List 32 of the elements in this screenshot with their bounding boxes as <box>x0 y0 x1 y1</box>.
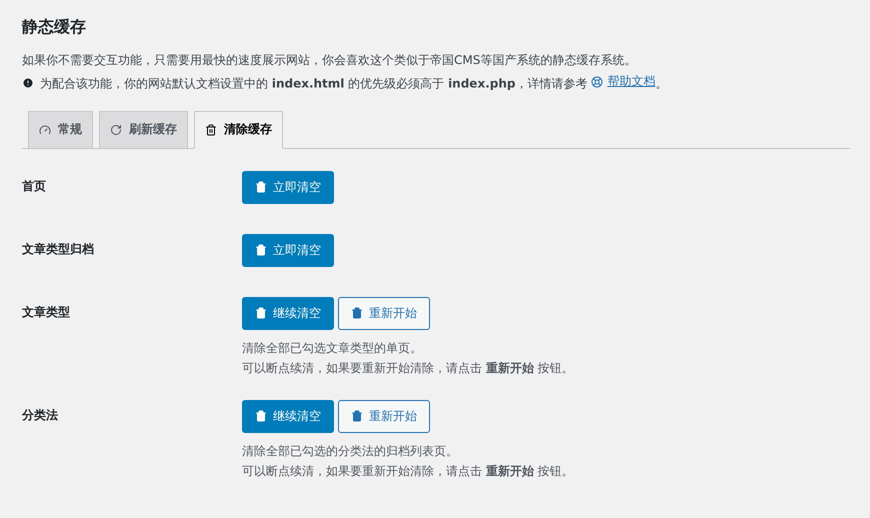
page-title: 静态缓存 <box>22 17 87 38</box>
trash-icon <box>205 124 217 136</box>
intro-text: 如果你不需要交互功能，只需要用最快的速度展示网站，你会喜欢这个类似于帝国CMS等国产系统的静态缓存系统。 <box>22 52 638 69</box>
trash-icon <box>255 410 267 422</box>
tab[interactable]: 常规 <box>28 110 93 148</box>
restart-button[interactable]: 重新开始 <box>338 400 430 432</box>
clear-button[interactable]: 继续清空 <box>242 400 334 432</box>
help-text: 可以断点续清，如果要重新开始清除，请点击 重新开始 按钮。 <box>242 360 574 376</box>
help-text: 可以断点续清，如果要重新开始清除，请点击 重新开始 按钮。 <box>242 462 574 480</box>
help-link[interactable]: 帮助文档 <box>591 71 656 92</box>
tab[interactable]: 清除缓存 <box>194 110 283 148</box>
trash-icon <box>255 181 267 193</box>
trash-icon <box>255 244 267 256</box>
lifebuoy-icon <box>591 76 604 88</box>
clear-button[interactable]: 立即清空 <box>242 170 334 204</box>
clear-button[interactable]: 继续清空 <box>242 296 334 330</box>
note-text: 为配合该功能，你的网站默认文档设置中的 index.html 的优先级必须高于 index.php，详情请参考 帮助文档。 <box>40 71 668 94</box>
gauge-icon <box>39 124 51 136</box>
trash-icon <box>351 410 363 422</box>
help-text: 清除全部已勾选文章类型的单页。 <box>242 340 423 356</box>
row-label: 文章类型归档 <box>22 240 95 258</box>
clear-button[interactable]: 立即清空 <box>242 234 334 266</box>
info-icon <box>22 76 34 89</box>
trash-icon <box>255 307 267 319</box>
restart-button[interactable]: 重新开始 <box>338 296 430 330</box>
row-label: 分类法 <box>22 406 59 424</box>
row-label: 首页 <box>22 178 47 194</box>
help-text: 清除全部已勾选的分类法的归档列表页。 <box>242 442 459 460</box>
trash-icon <box>351 307 363 319</box>
row-label: 文章类型 <box>22 304 71 320</box>
tab[interactable]: 刷新缓存 <box>99 110 188 148</box>
refresh-icon <box>110 124 122 136</box>
